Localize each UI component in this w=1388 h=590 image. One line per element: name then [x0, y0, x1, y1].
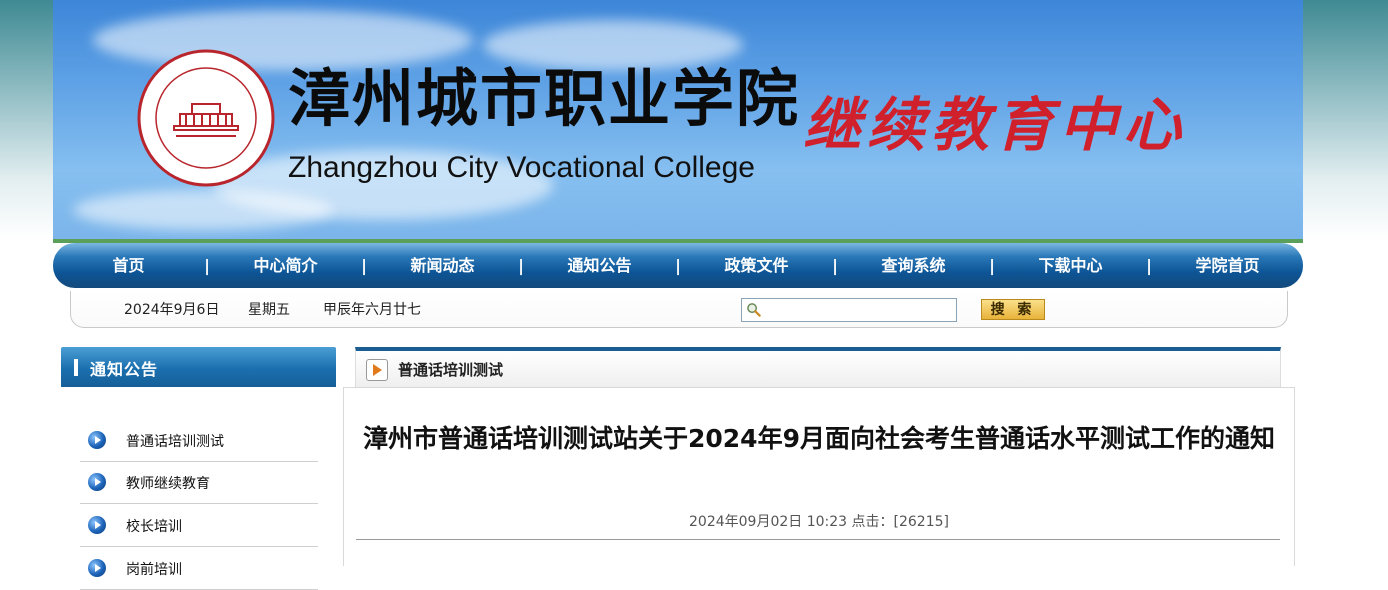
college-name-cn: 漳州城市职业学院 — [288, 62, 801, 135]
current-date: 2024年9月6日 — [124, 302, 220, 318]
main-nav: 首页 | 中心简介 | 新闻动态 | 通知公告 | 政策文件 | 查询系统 | … — [53, 243, 1303, 288]
search-input[interactable] — [741, 298, 957, 322]
bullet-arrow-icon — [88, 431, 106, 449]
sidebar-item-label: 校长培训 — [126, 519, 182, 535]
search-button[interactable]: 搜 索 — [981, 299, 1045, 320]
bullet-arrow-icon — [88, 473, 106, 491]
sidebar-title: 通知公告 — [90, 360, 159, 379]
sidebar-header-marker — [74, 359, 78, 376]
nav-notices[interactable]: 通知公告 — [524, 243, 675, 288]
sidebar-list: 普通话培训测试 教师继续教育 校长培训 岗前培训 — [61, 387, 336, 590]
sidebar-item-label: 普通话培训测试 — [126, 434, 224, 450]
section-title: 普通话培训测试 — [398, 361, 504, 379]
date-search-bar: 2024年9月6日 星期五 甲辰年六月廿七 搜 索 — [70, 291, 1288, 328]
center-name: 继续教育中心 — [803, 91, 1188, 159]
sidebar-item-teacher-education[interactable]: 教师继续教育 — [80, 461, 318, 504]
nav-home[interactable]: 首页 — [53, 243, 204, 288]
lunar-date: 甲辰年六月廿七 — [323, 302, 421, 318]
current-weekday: 星期五 — [248, 302, 290, 318]
nav-college-home[interactable]: 学院首页 — [1152, 243, 1303, 288]
college-name-en: Zhangzhou City Vocational College — [288, 151, 755, 184]
sidebar-item-pre-job-training[interactable]: 岗前培训 — [80, 547, 318, 590]
bullet-arrow-icon — [88, 559, 106, 577]
college-seal-logo — [137, 49, 275, 187]
sidebar-item-principal-training[interactable]: 校长培训 — [80, 504, 318, 547]
article-divider — [356, 539, 1280, 540]
bullet-arrow-icon — [88, 516, 106, 534]
search-icon — [747, 303, 761, 317]
sidebar-item-label: 教师继续教育 — [126, 476, 210, 492]
sidebar-item-label: 岗前培训 — [126, 562, 182, 578]
header-banner: 漳州城市职业学院 Zhangzhou City Vocational Colle… — [53, 0, 1303, 243]
arrow-doc-icon — [366, 359, 388, 381]
nav-news[interactable]: 新闻动态 — [367, 243, 518, 288]
sidebar-item-putonghua[interactable]: 普通话培训测试 — [80, 419, 318, 462]
nav-query[interactable]: 查询系统 — [838, 243, 989, 288]
nav-download[interactable]: 下载中心 — [995, 243, 1146, 288]
nav-about[interactable]: 中心简介 — [210, 243, 361, 288]
nav-policy[interactable]: 政策文件 — [681, 243, 832, 288]
article-title: 漳州市普通话培训测试站关于2024年9月面向社会考生普通话水平测试工作的通知 — [363, 424, 1275, 453]
article-panel: 漳州市普通话培训测试站关于2024年9月面向社会考生普通话水平测试工作的通知 2… — [343, 387, 1295, 566]
content-header: 普通话培训测试 — [355, 347, 1281, 389]
article-meta: 2024年09月02日 10:23 点击：[26215] — [689, 514, 949, 530]
sidebar-header: 通知公告 — [61, 347, 336, 387]
